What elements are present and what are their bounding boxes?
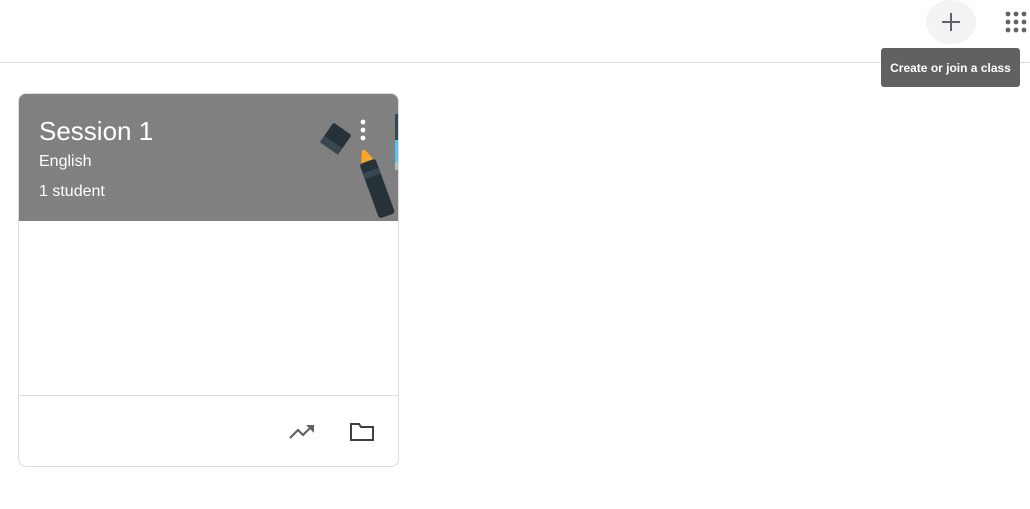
- class-subject: English: [39, 153, 92, 170]
- google-apps-button[interactable]: [996, 0, 1030, 44]
- class-card-footer: [19, 395, 398, 466]
- class-student-count: 1 student: [39, 183, 105, 200]
- plus-icon: [942, 13, 960, 31]
- create-or-join-class-button[interactable]: [926, 0, 976, 44]
- class-card-header[interactable]: Session 1 English 1 student: [19, 94, 398, 221]
- apps-grid-icon: [1005, 11, 1027, 33]
- top-bar: [0, 0, 1030, 63]
- class-card[interactable]: Session 1 English 1 student: [18, 93, 399, 467]
- open-class-folder-button[interactable]: [346, 416, 378, 448]
- class-options-button[interactable]: [351, 116, 375, 144]
- open-gradebook-button[interactable]: [286, 416, 318, 448]
- create-or-join-tooltip: Create or join a class: [881, 48, 1020, 87]
- folder-icon: [350, 423, 374, 441]
- more-vert-icon: [360, 119, 366, 141]
- class-title[interactable]: Session 1: [39, 116, 153, 147]
- class-card-body: [19, 221, 398, 395]
- trending-up-icon: [289, 425, 314, 439]
